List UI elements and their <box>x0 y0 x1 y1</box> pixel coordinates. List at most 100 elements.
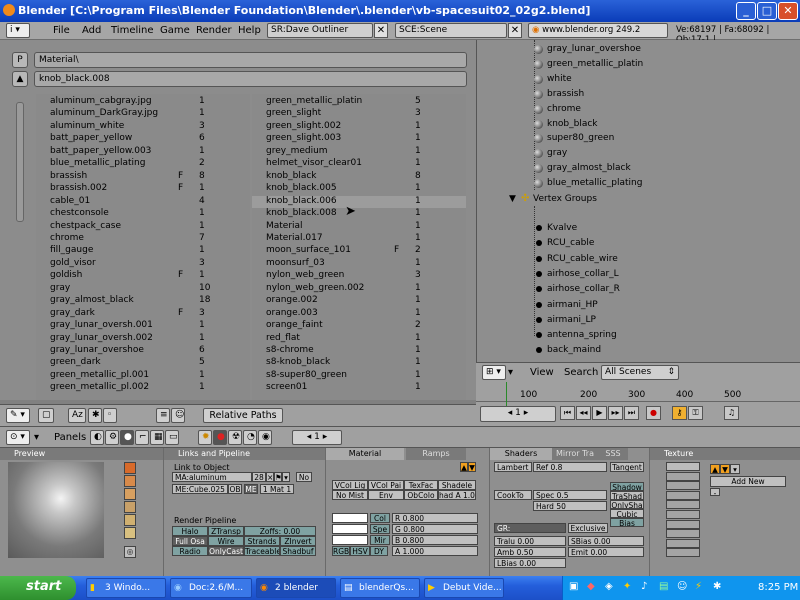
task-blender[interactable]: ◉ 2 blender <box>256 578 336 598</box>
shadow-option-button[interactable]: Cubic <box>610 509 644 518</box>
material-option-button[interactable]: VCol Pai <box>368 480 404 490</box>
path-field[interactable]: Material\ <box>34 52 467 68</box>
current-frame-field[interactable]: ◂ 1 ▸ <box>480 406 556 422</box>
menu-render[interactable]: Render <box>196 25 232 36</box>
sound-icon[interactable]: ♫ <box>724 406 739 420</box>
script-icon[interactable]: ⚙ <box>105 430 119 445</box>
outliner-material-item[interactable]: knob_black <box>547 119 598 129</box>
list-item[interactable]: red_flat 1 <box>252 333 466 345</box>
material-icon[interactable]: ● <box>213 430 227 445</box>
power-icon[interactable]: ⚡ <box>695 581 702 592</box>
expand-vertex-groups-icon[interactable]: ▼ <box>509 194 516 204</box>
rgb-button[interactable]: RGB <box>332 546 350 556</box>
list-item[interactable]: brassish.002 F 1 <box>36 183 250 195</box>
outliner-material-item[interactable]: green_metallic_platin <box>547 59 643 69</box>
list-item[interactable]: moon_surface_101 F 2 <box>252 245 466 257</box>
texture-channel-slot[interactable] <box>666 490 700 500</box>
tab-arrow-icon[interactable]: ▲ <box>460 462 468 472</box>
list-item[interactable]: aluminum_cabgray.jpg 1 <box>36 96 250 108</box>
sort-icon[interactable]: ▲ <box>12 71 28 87</box>
preview-refresh-icon[interactable]: ◎ <box>124 546 136 558</box>
list-item[interactable]: aluminum_DarkGray.jpg 1 <box>36 108 250 120</box>
list-item[interactable]: Material.017 1 <box>252 233 466 245</box>
list-item[interactable]: nylon_web_green.002 1 <box>252 283 466 295</box>
parent-dir-button[interactable]: P <box>12 52 28 68</box>
tab-material[interactable]: Material <box>326 448 404 460</box>
object-icon[interactable]: ⌐ <box>135 430 149 445</box>
outliner-material-item[interactable]: gray <box>547 148 567 158</box>
list-item[interactable]: brassish F 8 <box>36 171 250 183</box>
outliner-vertex-group-item[interactable]: airmani_LP <box>547 315 596 325</box>
list-item[interactable]: gray_almost_black 18 <box>36 295 250 307</box>
spec-slider[interactable]: Spec 0.5 <box>533 490 607 500</box>
lamp-icon[interactable]: ✹ <box>198 430 212 445</box>
clock[interactable]: 8:25 PM <box>758 582 798 593</box>
outliner-search-menu[interactable]: Search <box>564 367 598 378</box>
list-item[interactable]: knob_black.005 1 <box>252 183 466 195</box>
list-item[interactable]: chestpack_case 1 <box>36 221 250 233</box>
browse-icon[interactable]: ▾ <box>282 472 290 482</box>
editing-icon[interactable]: ▦ <box>150 430 164 445</box>
dyn-button[interactable]: DY <box>370 546 388 556</box>
list-item[interactable]: green_slight.002 1 <box>252 121 466 133</box>
ob-button[interactable]: OB <box>228 484 242 494</box>
list-item[interactable]: goldish F 1 <box>36 270 250 282</box>
alpha-slider[interactable]: A 1.000 <box>392 546 478 556</box>
frame-field[interactable]: ◂ 1 ▸ <box>292 430 342 445</box>
sbias-slider[interactable]: SBias 0.00 <box>568 536 644 546</box>
scene-selector[interactable]: SCE:Scene <box>395 23 507 38</box>
sort-alpha-icon[interactable]: Az <box>68 408 86 423</box>
preview-hair-icon[interactable] <box>124 514 136 526</box>
no-nodes-button[interactable]: No <box>296 472 312 482</box>
start-button[interactable]: start <box>0 576 76 600</box>
tab-ramps[interactable]: Ramps <box>406 448 466 460</box>
list-item[interactable]: gray_dark F 3 <box>36 308 250 320</box>
list-item[interactable]: cable_01 4 <box>36 196 250 208</box>
render-pipeline-button[interactable]: Wire <box>208 536 244 546</box>
outliner-display-select[interactable]: All Scenes ⇕ <box>601 365 679 380</box>
diffuse-shader-select[interactable]: Lambert <box>494 462 532 472</box>
collapse-icon[interactable]: ▾ <box>34 432 39 443</box>
ref-slider[interactable]: Ref 0.8 <box>533 462 607 472</box>
list-item[interactable]: gold_visor 3 <box>36 258 250 270</box>
material-option-button[interactable]: VCol Lig <box>332 480 368 490</box>
preview-sky-icon[interactable] <box>124 527 136 539</box>
bluetooth-icon[interactable]: ✱ <box>713 581 721 592</box>
material-option-button[interactable]: ObColo <box>404 490 438 500</box>
list-item[interactable]: batt_paper_yellow 6 <box>36 133 250 145</box>
texture-channel-slot[interactable] <box>666 471 700 481</box>
record-icon[interactable]: ● <box>646 406 661 420</box>
lbias-slider[interactable]: LBias 0.00 <box>494 558 566 568</box>
mirror-color-swatch[interactable] <box>332 535 368 545</box>
shadow-option-button[interactable]: OnlySha <box>610 500 644 509</box>
list-item[interactable]: screen01 1 <box>252 382 466 394</box>
menu-file[interactable]: File <box>53 25 70 36</box>
outliner-vertex-group-item[interactable]: airhose_collar_R <box>547 284 620 294</box>
outliner-vertex-group-item[interactable]: RCU_cable_wire <box>547 254 618 264</box>
material-users[interactable]: 28 <box>252 472 266 482</box>
add-new-texture-button[interactable]: Add New <box>710 476 786 487</box>
render-pipeline-button[interactable]: ZInvert <box>280 536 316 546</box>
list-item[interactable]: knob_black 8 <box>252 171 466 183</box>
spe-button[interactable]: Spe <box>370 524 390 534</box>
shadow-option-button[interactable]: Bias <box>610 518 644 527</box>
list-item[interactable]: grey_medium 1 <box>252 146 466 158</box>
emit-slider[interactable]: Emit 0.00 <box>568 547 644 557</box>
ghost-icon[interactable]: ☺ <box>171 408 185 423</box>
render-pipeline-button[interactable]: Traceable <box>244 546 280 556</box>
texture-channel-slot[interactable] <box>666 529 700 539</box>
texture-channel-slot[interactable] <box>666 462 700 471</box>
outliner-vertex-group-item[interactable]: back_maind <box>547 345 601 355</box>
tralu-slider[interactable]: Tralu 0.00 <box>494 536 566 546</box>
list-item[interactable]: nylon_web_green 3 <box>252 270 466 282</box>
close-button[interactable]: ✕ <box>778 2 798 20</box>
hard-slider[interactable]: Hard 50 <box>533 501 607 511</box>
window-type-menu[interactable]: i ▾ <box>6 23 30 38</box>
preview-sphere-icon[interactable] <box>124 475 136 487</box>
buttons-type-menu[interactable]: ⊙ ▾ <box>6 430 30 445</box>
screen-selector[interactable]: SR:Dave Outliner <box>267 23 373 38</box>
key-icon[interactable]: ⚿ <box>688 406 703 420</box>
details-icon[interactable]: ≡ <box>156 408 170 423</box>
material-option-button[interactable]: Env <box>368 490 404 500</box>
list-item[interactable]: Material 1 <box>252 221 466 233</box>
